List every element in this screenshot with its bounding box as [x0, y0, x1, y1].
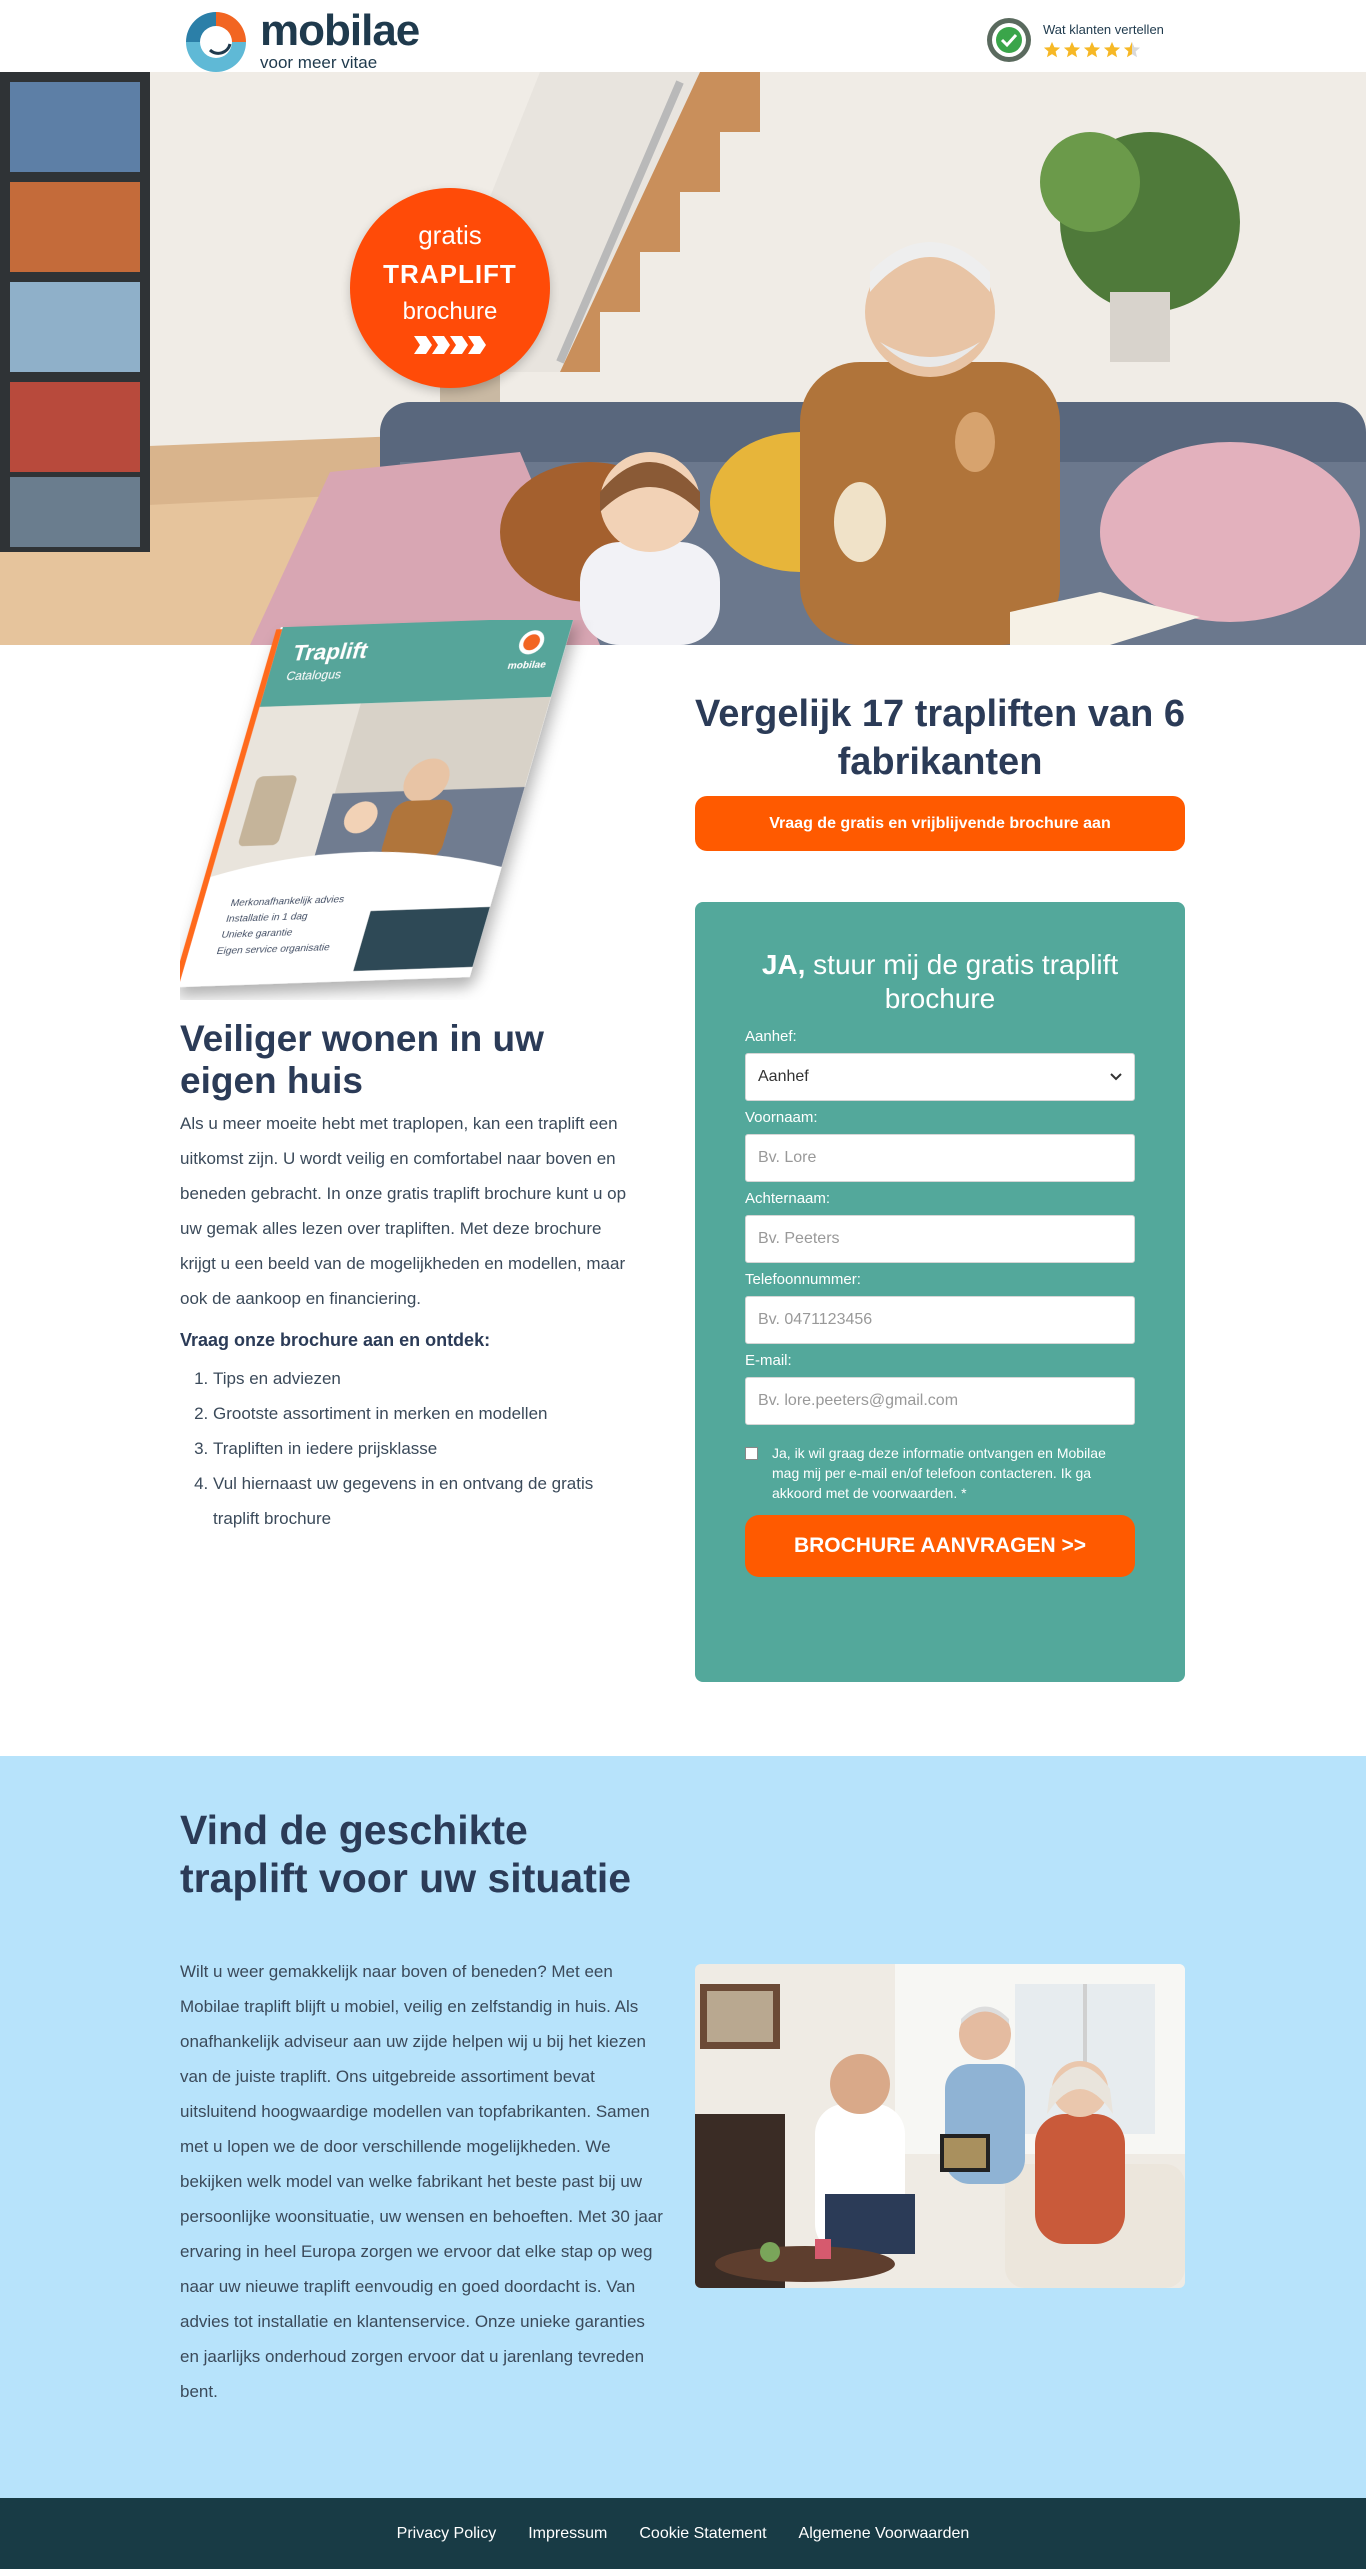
- salutation-label: Aanhef:: [745, 1028, 797, 1045]
- hero-photo: [0, 72, 1366, 645]
- brand-tagline: voor meer vitae: [260, 53, 378, 72]
- list-item: Grootste assortiment in merken en modell…: [213, 1396, 630, 1431]
- phone-input[interactable]: Bv. 0471123456: [745, 1296, 1135, 1344]
- star-icon: [1063, 41, 1081, 57]
- terms-link[interactable]: Algemene Voorwaarden: [799, 2525, 970, 2543]
- situation-heading: Vind de geschikte traplift voor uw situa…: [180, 1807, 632, 1901]
- lastname-label: Achternaam:: [745, 1190, 831, 1207]
- phone-label: Telefoonnummer:: [745, 1271, 861, 1288]
- list-item: Tips en adviezen: [213, 1361, 630, 1396]
- brochure-brand: mobilae: [506, 660, 548, 672]
- firstname-input[interactable]: Bv. Lore: [745, 1134, 1135, 1182]
- request-brochure-button[interactable]: Vraag de gratis en vrijblijvende brochur…: [695, 796, 1185, 851]
- star-icon: [1083, 41, 1101, 57]
- star-rating: [1043, 41, 1164, 59]
- intro-heading: Veiliger wonen in uw eigen huis: [180, 1018, 544, 1101]
- reviews-label: Wat klanten vertellen: [1043, 21, 1164, 37]
- brochure-request-form: JA, stuur mij de gratis traplift brochur…: [695, 902, 1185, 1682]
- site-footer: Privacy Policy Impressum Cookie Statemen…: [0, 2498, 1366, 2569]
- site-header: mobilae voor meer vitae Wat klanten vert…: [0, 0, 1366, 75]
- half-star-icon: [1123, 41, 1141, 57]
- customer-reviews-widget[interactable]: Wat klanten vertellen: [985, 16, 1164, 64]
- badge-traplift-text: TRAPLIFT: [383, 259, 517, 289]
- lastname-input[interactable]: Bv. Peeters: [745, 1215, 1135, 1263]
- consent-checkbox[interactable]: [745, 1447, 758, 1460]
- privacy-policy-link[interactable]: Privacy Policy: [397, 2525, 497, 2543]
- free-brochure-badge[interactable]: gratis TRAPLIFT brochure: [350, 188, 550, 388]
- review-seal-icon: [987, 18, 1031, 62]
- brochure-subtitle: Catalogus: [285, 668, 344, 684]
- hero-banner: gratis TRAPLIFT brochure: [0, 72, 1366, 645]
- firstname-label: Voornaam:: [745, 1109, 818, 1126]
- badge-brochure-text: brochure: [402, 298, 498, 325]
- chevron-down-icon: [1110, 1073, 1122, 1081]
- brand-logo[interactable]: mobilae voor meer vitae: [180, 6, 420, 78]
- compare-section: Vergelijk 17 trapliften van 6 fabrikante…: [695, 690, 1185, 851]
- benefits-list: Tips en adviezen Grootste assortiment in…: [180, 1361, 630, 1536]
- consent-text: Ja, ik wil graag deze informatie ontvang…: [772, 1445, 1106, 1501]
- benefits-heading: Vraag onze brochure aan en ontdek:: [180, 1330, 491, 1350]
- brochure-cover-image: Traplift Catalogus mobilae Merkonafhanke…: [180, 620, 574, 987]
- email-input[interactable]: Bv. lore.peeters@gmail.com: [745, 1377, 1135, 1425]
- list-item: Vul hiernaast uw gegevens in en ontvang …: [213, 1466, 630, 1536]
- situation-paragraph: Wilt u weer gemakkelijk naar boven of be…: [180, 1962, 663, 2401]
- salutation-value: Aanhef: [758, 1068, 809, 1085]
- badge-gratis-text: gratis: [418, 220, 482, 250]
- cookie-statement-link[interactable]: Cookie Statement: [639, 2525, 766, 2543]
- salutation-select[interactable]: Aanhef: [745, 1053, 1135, 1101]
- email-label: E-mail:: [745, 1352, 792, 1369]
- chevron-arrows-icon: [350, 336, 550, 354]
- logo-swirl-icon: [183, 9, 249, 75]
- intro-section: Veiliger wonen in uw eigen huis Als u me…: [180, 1018, 630, 1536]
- situation-section: Vind de geschikte traplift voor uw situa…: [0, 1756, 1366, 2498]
- advisor-consultation-photo: [695, 1964, 1185, 2288]
- brochure-title: Traplift: [290, 638, 372, 665]
- list-item: Trapliften in iedere prijsklasse: [213, 1431, 630, 1466]
- consent-row: Ja, ik wil graag deze informatie ontvang…: [745, 1443, 1135, 1501]
- form-title-rest: stuur mij de gratis traplift brochure: [805, 949, 1119, 1014]
- star-icon: [1043, 41, 1061, 57]
- brand-name: mobilae: [260, 6, 420, 55]
- impressum-link[interactable]: Impressum: [528, 2525, 607, 2543]
- compare-heading: Vergelijk 17 trapliften van 6 fabrikante…: [695, 693, 1185, 783]
- form-title: JA, stuur mij de gratis traplift brochur…: [745, 948, 1135, 1016]
- submit-brochure-button[interactable]: BROCHURE AANVRAGEN >>: [745, 1515, 1135, 1577]
- star-icon: [1103, 41, 1121, 57]
- form-title-bold: JA,: [761, 949, 806, 980]
- intro-paragraph: Als u meer moeite hebt met traplopen, ka…: [180, 1114, 627, 1308]
